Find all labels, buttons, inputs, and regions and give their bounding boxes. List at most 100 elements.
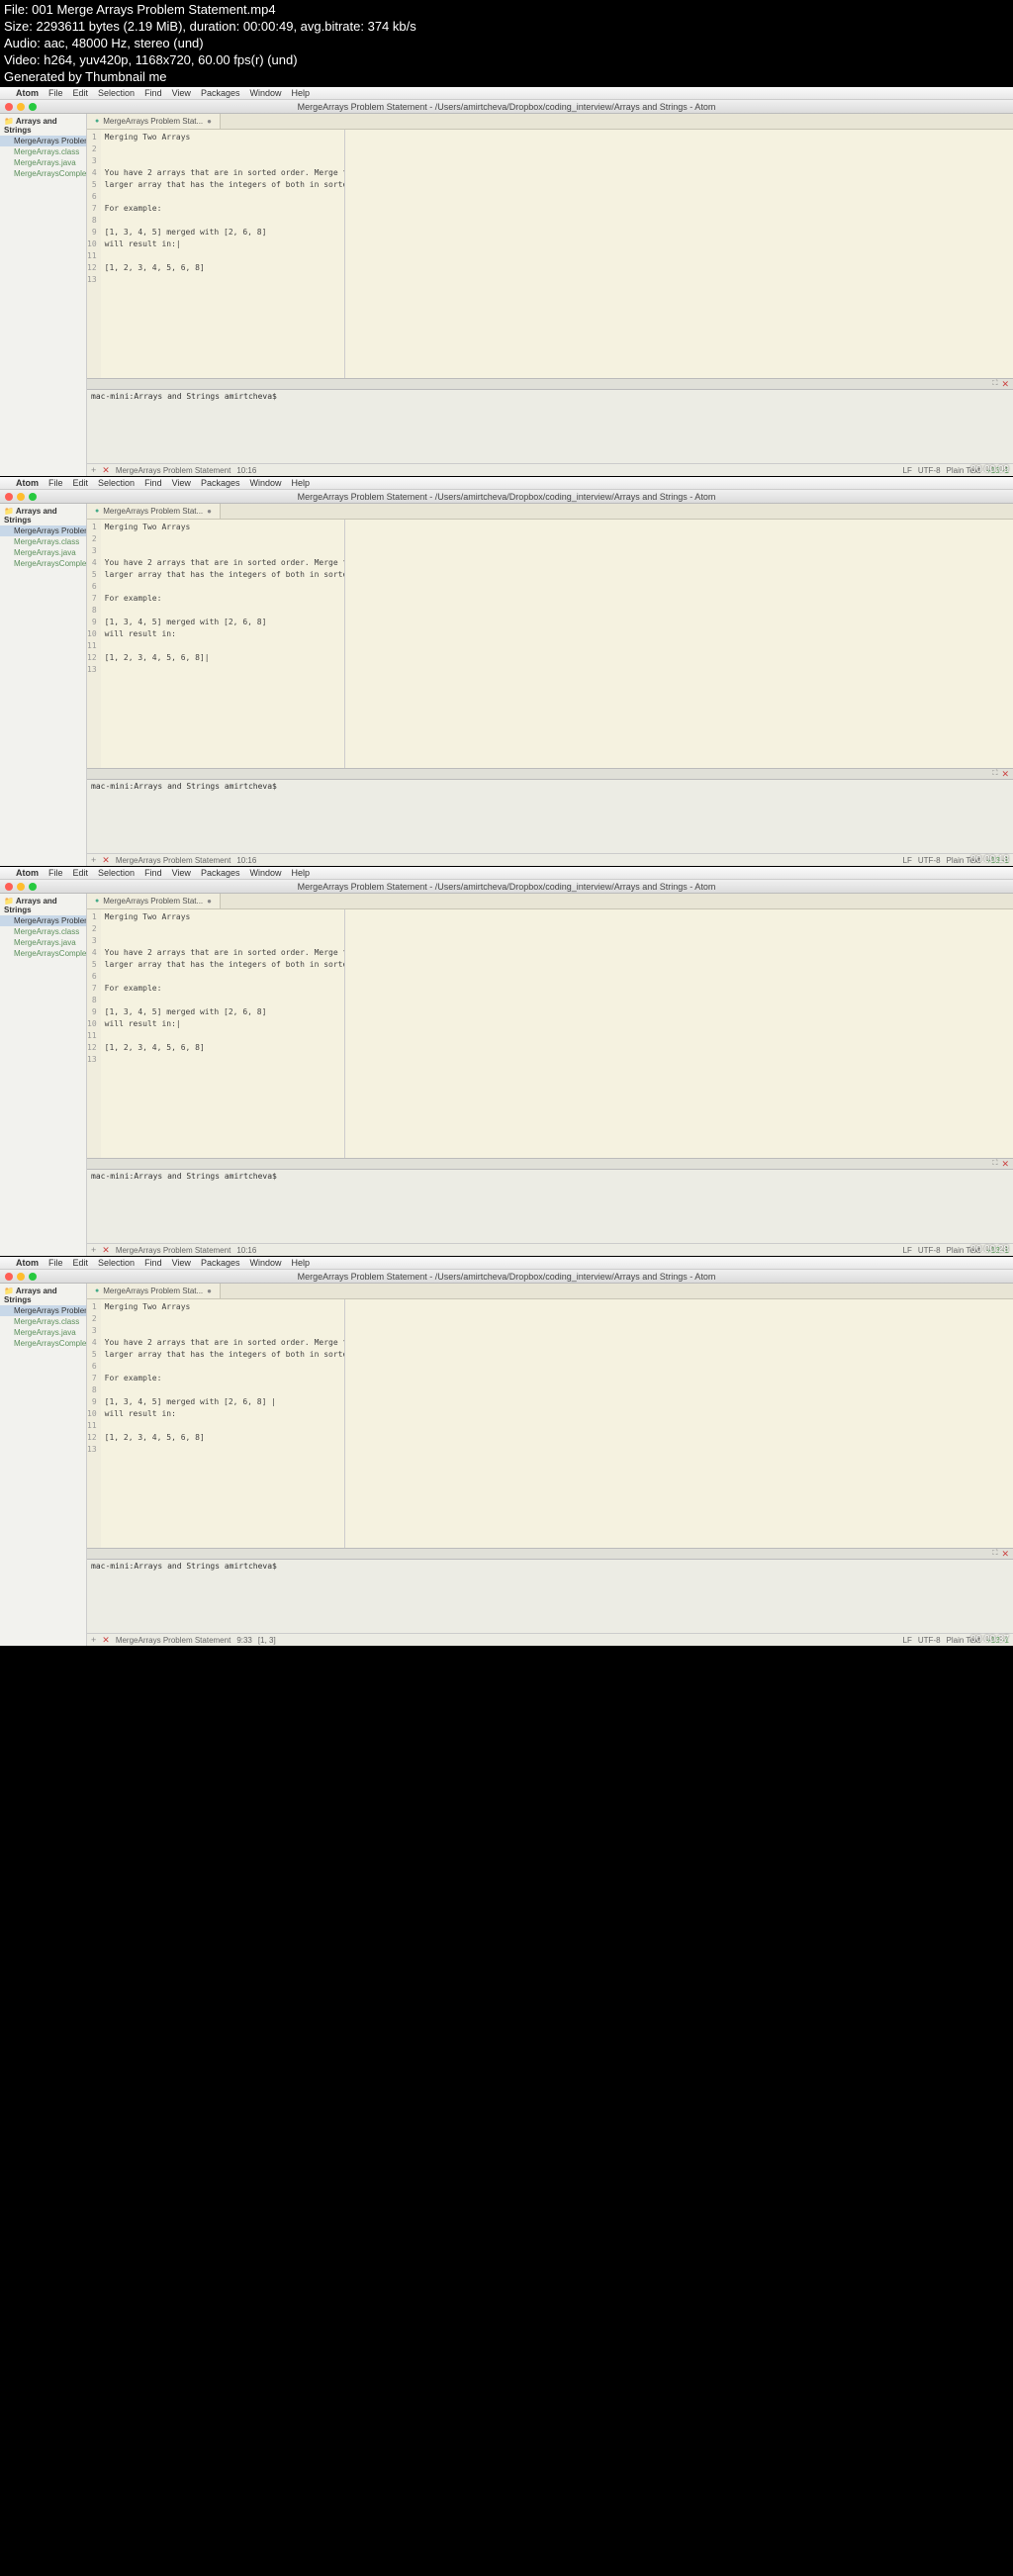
menu-window[interactable]: Window <box>249 868 281 878</box>
status-close-icon[interactable]: ✕ <box>102 1245 110 1256</box>
menu-view[interactable]: View <box>172 1258 191 1268</box>
status-encoding[interactable]: UTF-8 <box>918 856 941 865</box>
tab-close-icon[interactable]: ● <box>207 1287 212 1295</box>
sidebar-item[interactable]: MergeArraysComplexity <box>0 948 86 959</box>
sidebar-root[interactable]: 📁 Arrays and Strings <box>0 506 86 525</box>
tab-close-icon[interactable]: ● <box>207 117 212 126</box>
terminal-close-icon[interactable]: ✕ <box>1001 379 1009 390</box>
terminal-panel[interactable]: mac-mini:Arrays and Strings amirtcheva$ <box>87 1170 1013 1243</box>
menu-edit[interactable]: Edit <box>73 868 89 878</box>
menu-atom[interactable]: Atom <box>16 478 39 488</box>
menu-find[interactable]: Find <box>144 88 162 98</box>
minimize-button[interactable] <box>17 103 25 111</box>
maximize-button[interactable] <box>29 493 37 501</box>
terminal-close-icon[interactable]: ✕ <box>1001 1549 1009 1560</box>
menu-atom[interactable]: Atom <box>16 88 39 98</box>
menu-find[interactable]: Find <box>144 478 162 488</box>
sidebar-item-active[interactable]: MergeArrays Problem Stateme <box>0 136 86 146</box>
editor-pane-right[interactable] <box>344 1299 1013 1548</box>
terminal-panel[interactable]: mac-mini:Arrays and Strings amirtcheva$ <box>87 390 1013 463</box>
status-plus-icon[interactable]: + <box>91 1635 96 1645</box>
minimize-button[interactable] <box>17 493 25 501</box>
maximize-button[interactable] <box>29 1273 37 1281</box>
sidebar-item-active[interactable]: MergeArrays Problem Stateme <box>0 525 86 536</box>
editor-tab[interactable]: ●MergeArrays Problem Stat...● <box>87 504 221 519</box>
menu-help[interactable]: Help <box>291 478 310 488</box>
sidebar-item[interactable]: MergeArraysComplexity <box>0 558 86 569</box>
menu-packages[interactable]: Packages <box>201 478 240 488</box>
menu-view[interactable]: View <box>172 868 191 878</box>
tab-close-icon[interactable]: ● <box>207 507 212 516</box>
sidebar-root[interactable]: 📁 Arrays and Strings <box>0 1286 86 1305</box>
maximize-button[interactable] <box>29 883 37 891</box>
sidebar-item-active[interactable]: MergeArrays Problem Stateme <box>0 915 86 926</box>
status-close-icon[interactable]: ✕ <box>102 465 110 476</box>
menu-packages[interactable]: Packages <box>201 88 240 98</box>
sidebar-root[interactable]: 📁 Arrays and Strings <box>0 896 86 915</box>
sidebar-item[interactable]: MergeArrays.class <box>0 536 86 547</box>
menu-window[interactable]: Window <box>249 1258 281 1268</box>
sidebar-item[interactable]: MergeArrays.class <box>0 926 86 937</box>
status-encoding[interactable]: UTF-8 <box>918 1636 941 1645</box>
menu-file[interactable]: File <box>48 1258 63 1268</box>
status-plus-icon[interactable]: + <box>91 465 96 475</box>
sidebar-item[interactable]: MergeArrays.java <box>0 547 86 558</box>
menu-window[interactable]: Window <box>249 88 281 98</box>
menu-atom[interactable]: Atom <box>16 1258 39 1268</box>
sidebar-item[interactable]: MergeArrays.java <box>0 157 86 168</box>
close-button[interactable] <box>5 493 13 501</box>
menu-help[interactable]: Help <box>291 88 310 98</box>
terminal-expand-icon[interactable]: ⛶ <box>993 770 998 778</box>
editor-tab[interactable]: ● MergeArrays Problem Stat... ● <box>87 114 221 129</box>
maximize-button[interactable] <box>29 103 37 111</box>
status-lf[interactable]: LF <box>903 1246 912 1255</box>
status-close-icon[interactable]: ✕ <box>102 855 110 866</box>
minimize-button[interactable] <box>17 883 25 891</box>
terminal-panel[interactable]: mac-mini:Arrays and Strings amirtcheva$ <box>87 780 1013 853</box>
menu-selection[interactable]: Selection <box>98 1258 135 1268</box>
status-close-icon[interactable]: ✕ <box>102 1635 110 1646</box>
terminal-expand-icon[interactable]: ⛶ <box>993 1550 998 1558</box>
menu-file[interactable]: File <box>48 478 63 488</box>
menu-help[interactable]: Help <box>291 868 310 878</box>
menu-selection[interactable]: Selection <box>98 88 135 98</box>
menu-window[interactable]: Window <box>249 478 281 488</box>
sidebar-item[interactable]: MergeArrays.java <box>0 1327 86 1338</box>
status-plus-icon[interactable]: + <box>91 855 96 865</box>
menu-packages[interactable]: Packages <box>201 868 240 878</box>
status-lf[interactable]: LF <box>903 466 912 475</box>
status-lf[interactable]: LF <box>903 1636 912 1645</box>
terminal-close-icon[interactable]: ✕ <box>1001 1159 1009 1170</box>
status-encoding[interactable]: UTF-8 <box>918 466 941 475</box>
editor-pane-right[interactable] <box>344 520 1013 768</box>
menu-edit[interactable]: Edit <box>73 1258 89 1268</box>
menu-selection[interactable]: Selection <box>98 478 135 488</box>
status-encoding[interactable]: UTF-8 <box>918 1246 941 1255</box>
sidebar-item[interactable]: MergeArrays.class <box>0 1316 86 1327</box>
sidebar-item-active[interactable]: MergeArrays Problem Stateme <box>0 1305 86 1316</box>
menu-view[interactable]: View <box>172 478 191 488</box>
editor-tab[interactable]: ●MergeArrays Problem Stat...● <box>87 1284 221 1298</box>
menu-find[interactable]: Find <box>144 1258 162 1268</box>
menu-view[interactable]: View <box>172 88 191 98</box>
menu-packages[interactable]: Packages <box>201 1258 240 1268</box>
sidebar-item[interactable]: MergeArrays.java <box>0 937 86 948</box>
tab-close-icon[interactable]: ● <box>207 897 212 906</box>
terminal-expand-icon[interactable]: ⛶ <box>993 380 998 388</box>
sidebar-item[interactable]: MergeArrays.class <box>0 146 86 157</box>
menu-help[interactable]: Help <box>291 1258 310 1268</box>
status-lf[interactable]: LF <box>903 856 912 865</box>
sidebar-item[interactable]: MergeArraysComplexity <box>0 1338 86 1349</box>
terminal-panel[interactable]: mac-mini:Arrays and Strings amirtcheva$ <box>87 1560 1013 1633</box>
editor-tab[interactable]: ●MergeArrays Problem Stat...● <box>87 894 221 908</box>
editor-pane-right[interactable] <box>344 130 1013 378</box>
sidebar-root[interactable]: 📁 Arrays and Strings <box>0 116 86 136</box>
terminal-close-icon[interactable]: ✕ <box>1001 769 1009 780</box>
close-button[interactable] <box>5 1273 13 1281</box>
menu-find[interactable]: Find <box>144 868 162 878</box>
minimize-button[interactable] <box>17 1273 25 1281</box>
menu-edit[interactable]: Edit <box>73 88 89 98</box>
editor-pane-right[interactable] <box>344 909 1013 1158</box>
menu-file[interactable]: File <box>48 868 63 878</box>
menu-atom[interactable]: Atom <box>16 868 39 878</box>
